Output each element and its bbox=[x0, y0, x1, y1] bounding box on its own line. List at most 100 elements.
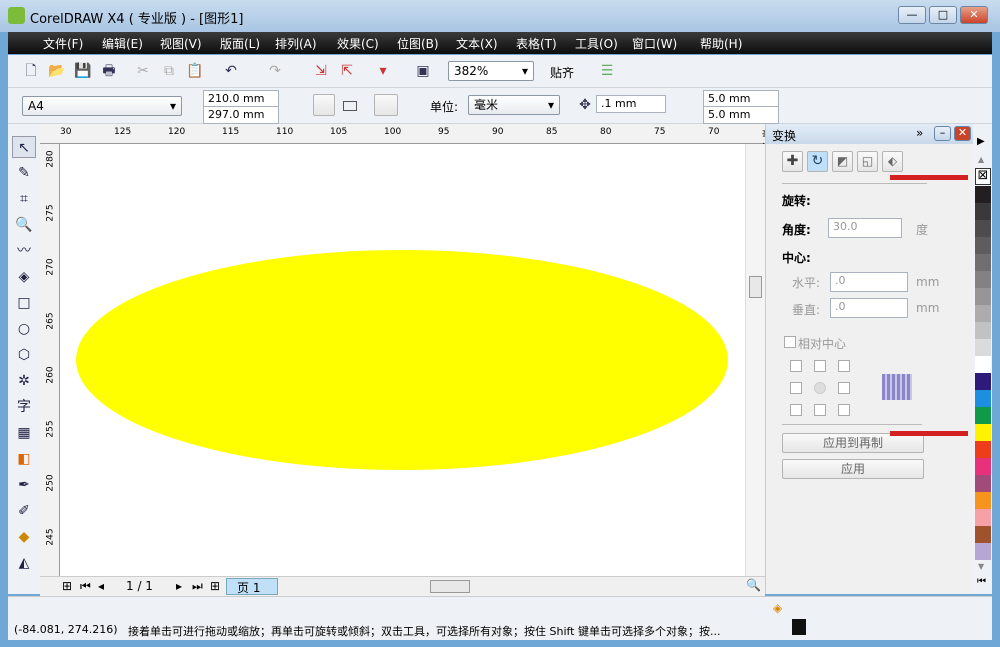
undo-icon[interactable]: ↶ bbox=[222, 63, 240, 79]
color-swatch[interactable] bbox=[975, 288, 991, 305]
docker-minimize-button[interactable]: – bbox=[934, 126, 951, 141]
color-swatch[interactable] bbox=[975, 356, 991, 373]
table-tool-icon[interactable]: ▦ bbox=[12, 422, 36, 444]
palette-scroll-up-icon[interactable]: ▲ bbox=[978, 155, 984, 164]
add-page-after-icon[interactable]: ⊞ bbox=[210, 579, 220, 593]
color-swatch[interactable] bbox=[975, 509, 991, 526]
color-swatch[interactable] bbox=[975, 220, 991, 237]
nudge-input[interactable]: .1 mm bbox=[596, 95, 666, 113]
prev-page-icon[interactable]: ◂ bbox=[98, 579, 104, 593]
import-icon[interactable]: ⇲ bbox=[312, 63, 330, 79]
horizontal-ruler[interactable]: 30125120115110105100959085807570毫米 bbox=[40, 124, 771, 153]
horizontal-scrollbar[interactable] bbox=[430, 580, 470, 593]
rotate-tab-icon[interactable]: ↻ bbox=[807, 151, 828, 172]
color-swatch[interactable] bbox=[975, 543, 991, 560]
docker-close-button[interactable]: ✕ bbox=[954, 126, 971, 141]
anchor-point-checkbox[interactable] bbox=[790, 360, 802, 372]
menu-item[interactable]: 编辑(E) bbox=[102, 35, 143, 52]
first-page-icon[interactable]: ⏮ bbox=[80, 579, 91, 594]
palette-scroll-down-icon[interactable]: ▼ bbox=[978, 562, 984, 571]
minimize-button[interactable]: — bbox=[898, 6, 926, 24]
unit-select[interactable]: 毫米 bbox=[468, 95, 560, 115]
anchor-point-checkbox[interactable] bbox=[790, 404, 802, 416]
apply-button[interactable]: 应用 bbox=[782, 459, 924, 479]
freehand-tool-icon[interactable]: 〰 bbox=[12, 240, 36, 262]
fill-tool-icon[interactable]: ◆ bbox=[12, 526, 36, 548]
menu-item[interactable]: 文本(X) bbox=[456, 35, 498, 52]
copy-icon[interactable]: ⧉ bbox=[160, 63, 178, 79]
color-swatch[interactable] bbox=[975, 458, 991, 475]
anchor-point-checkbox[interactable] bbox=[814, 404, 826, 416]
color-swatch[interactable] bbox=[975, 373, 991, 390]
shape-tool-icon[interactable]: ✎ bbox=[12, 162, 36, 184]
save-icon[interactable]: 💾 bbox=[74, 63, 92, 79]
menu-item[interactable]: 视图(V) bbox=[160, 35, 202, 52]
anchor-point-checkbox[interactable] bbox=[838, 360, 850, 372]
next-page-icon[interactable]: ▸ bbox=[176, 579, 182, 593]
app-launcher-icon[interactable]: ▾ bbox=[374, 63, 392, 79]
scroll-thumb[interactable] bbox=[749, 276, 762, 298]
landscape-icon[interactable] bbox=[343, 101, 357, 111]
close-button[interactable]: ✕ bbox=[960, 6, 988, 24]
menu-item[interactable]: 帮助(H) bbox=[700, 35, 742, 52]
center-h-input[interactable]: .0 bbox=[830, 272, 908, 292]
color-swatch[interactable] bbox=[975, 441, 991, 458]
expand-icon[interactable]: » bbox=[916, 126, 923, 140]
anchor-point-checkbox[interactable] bbox=[790, 382, 802, 394]
palette-end-icon[interactable]: ⏮ bbox=[977, 576, 986, 587]
menu-item[interactable]: 文件(F) bbox=[43, 35, 83, 52]
all-pages-button[interactable] bbox=[374, 94, 398, 116]
drawing-canvas[interactable] bbox=[60, 144, 745, 576]
smart-fill-icon[interactable]: ◈ bbox=[12, 266, 36, 288]
outline-tool-icon[interactable]: ✐ bbox=[12, 500, 36, 522]
zoom-level-select[interactable]: 382% bbox=[448, 61, 534, 81]
anchor-point-checkbox[interactable] bbox=[814, 382, 826, 394]
zoom-tool-icon[interactable]: 🔍 bbox=[12, 214, 36, 236]
color-swatch[interactable] bbox=[975, 475, 991, 492]
page-height-input[interactable]: 297.0 mm bbox=[203, 106, 279, 124]
menu-item[interactable]: 效果(C) bbox=[337, 35, 379, 52]
redo-icon[interactable]: ↷ bbox=[266, 63, 284, 79]
menu-item[interactable]: 位图(B) bbox=[397, 35, 439, 52]
print-icon[interactable]: 🖶 bbox=[100, 63, 118, 79]
color-swatch[interactable] bbox=[975, 390, 991, 407]
color-swatch[interactable] bbox=[975, 203, 991, 220]
color-swatch[interactable] bbox=[975, 254, 991, 271]
size-tab-icon[interactable]: ◱ bbox=[857, 151, 878, 172]
crop-tool-icon[interactable]: ⌗ bbox=[12, 188, 36, 210]
color-swatch[interactable] bbox=[975, 407, 991, 424]
position-tab-icon[interactable]: ✚ bbox=[782, 151, 803, 172]
pick-tool-icon[interactable]: ↖ bbox=[12, 136, 36, 158]
color-swatch[interactable] bbox=[975, 305, 991, 322]
interactive-fill-icon[interactable]: ◭ bbox=[12, 552, 36, 574]
vertical-ruler[interactable]: 280 275 270 265 260 255 250 245 bbox=[40, 144, 60, 576]
menu-item[interactable]: 表格(T) bbox=[516, 35, 557, 52]
color-swatch[interactable] bbox=[975, 526, 991, 543]
color-swatch[interactable] bbox=[975, 492, 991, 509]
skew-tab-icon[interactable]: ⬖ bbox=[882, 151, 903, 172]
zoom-navigator-icon[interactable]: 🔍 bbox=[746, 578, 761, 592]
angle-input[interactable]: 30.0 bbox=[828, 218, 902, 238]
welcome-screen-icon[interactable]: ▣ bbox=[414, 63, 432, 79]
anchor-point-checkbox[interactable] bbox=[838, 404, 850, 416]
cut-icon[interactable]: ✂ bbox=[134, 63, 152, 79]
menu-item[interactable]: 工具(O) bbox=[575, 35, 618, 52]
options-icon[interactable]: ☰ bbox=[598, 63, 616, 79]
rectangle-tool-icon[interactable]: □ bbox=[12, 292, 36, 314]
center-v-input[interactable]: .0 bbox=[830, 298, 908, 318]
last-page-icon[interactable]: ⏭ bbox=[192, 579, 203, 594]
color-swatch[interactable] bbox=[975, 424, 991, 441]
relative-center-checkbox[interactable] bbox=[784, 336, 796, 348]
polygon-tool-icon[interactable]: ⬡ bbox=[12, 344, 36, 366]
ellipse-tool-icon[interactable]: ○ bbox=[12, 318, 36, 340]
yellow-ellipse[interactable] bbox=[76, 250, 728, 470]
anchor-point-checkbox[interactable] bbox=[838, 382, 850, 394]
color-swatch[interactable] bbox=[975, 271, 991, 288]
page-size-select[interactable]: A4 bbox=[22, 96, 182, 116]
menu-item[interactable]: 排列(A) bbox=[275, 35, 317, 52]
new-icon[interactable]: 🗋 bbox=[22, 63, 40, 79]
menu-item[interactable]: 版面(L) bbox=[220, 35, 260, 52]
color-swatch[interactable] bbox=[975, 237, 991, 254]
apply-to-duplicate-button[interactable]: 应用到再制 bbox=[782, 433, 924, 453]
maximize-button[interactable]: □ bbox=[929, 6, 957, 24]
